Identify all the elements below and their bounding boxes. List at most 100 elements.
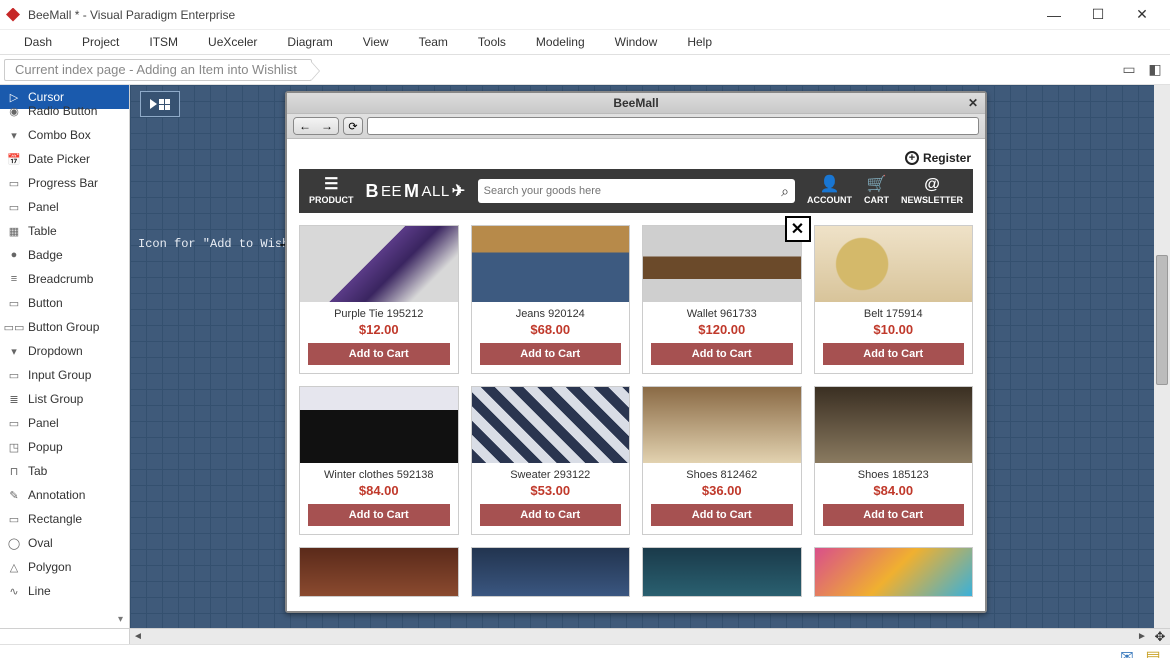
palette-item-input-group[interactable]: ▭Input Group bbox=[0, 363, 129, 387]
product-name: Shoes 185123 bbox=[815, 469, 973, 481]
register-link[interactable]: + Register bbox=[299, 147, 973, 169]
product-card[interactable]: Jeans 920124$68.00Add to Cart bbox=[471, 225, 631, 374]
site-brand[interactable]: BEEMALL✈ bbox=[366, 181, 466, 202]
menu-dash[interactable]: Dash bbox=[10, 32, 66, 52]
palette-item-icon: ▾ bbox=[6, 128, 22, 142]
add-to-cart-button[interactable]: Add to Cart bbox=[308, 504, 450, 526]
palette-item-oval[interactable]: ◯Oval bbox=[0, 531, 129, 555]
window-maximize-button[interactable]: ☐ bbox=[1076, 0, 1120, 30]
palette-item-progress-bar[interactable]: ▭Progress Bar bbox=[0, 171, 129, 195]
product-card[interactable] bbox=[299, 547, 459, 597]
palette-item-label: Radio Button bbox=[28, 104, 97, 118]
fit-width-icon[interactable]: ▭ bbox=[1118, 59, 1140, 81]
search-input[interactable] bbox=[484, 185, 782, 197]
palette-more-icon[interactable]: ▾ bbox=[118, 614, 123, 625]
search-icon[interactable]: ⌕ bbox=[781, 183, 789, 200]
palette-item-dropdown[interactable]: ▾Dropdown bbox=[0, 339, 129, 363]
palette-item-rectangle[interactable]: ▭Rectangle bbox=[0, 507, 129, 531]
product-card[interactable]: Shoes 812462$36.00Add to Cart bbox=[642, 386, 802, 535]
pan-icon[interactable]: ✥ bbox=[1150, 629, 1170, 644]
add-to-cart-button[interactable]: Add to Cart bbox=[480, 504, 622, 526]
product-image bbox=[299, 547, 459, 597]
product-card[interactable] bbox=[471, 547, 631, 597]
nav-newsletter[interactable]: @ NEWSLETTER bbox=[901, 177, 963, 205]
wireframe-browser-window[interactable]: BeeMall ✕ ←→ ⟳ + Register ☰ bbox=[285, 91, 987, 613]
add-to-cart-button[interactable]: Add to Cart bbox=[651, 343, 793, 365]
wireframe-url-field[interactable] bbox=[367, 117, 979, 135]
add-to-cart-button[interactable]: Add to Cart bbox=[651, 504, 793, 526]
window-minimize-button[interactable]: — bbox=[1032, 0, 1076, 30]
menu-itsm[interactable]: ITSM bbox=[135, 32, 192, 52]
palette-item-list-group[interactable]: ≣List Group bbox=[0, 387, 129, 411]
note-icon[interactable]: ▤ bbox=[1144, 649, 1162, 658]
window-close-button[interactable]: ✕ bbox=[1120, 0, 1164, 30]
product-card[interactable]: Shoes 185123$84.00Add to Cart bbox=[814, 386, 974, 535]
product-image bbox=[471, 547, 631, 597]
scrollbar-thumb[interactable] bbox=[1156, 255, 1168, 385]
nav-account[interactable]: 👤 ACCOUNT bbox=[807, 177, 852, 205]
palette-item-tab[interactable]: ⊓Tab bbox=[0, 459, 129, 483]
menu-uexceler[interactable]: UeXceler bbox=[194, 32, 271, 52]
main-menubar: Dash Project ITSM UeXceler Diagram View … bbox=[0, 30, 1170, 55]
menu-window[interactable]: Window bbox=[601, 32, 672, 52]
palette-item-label: Line bbox=[28, 584, 51, 598]
wireframe-close-button[interactable]: ✕ bbox=[965, 95, 981, 111]
wishlist-icon[interactable]: ✕ bbox=[785, 216, 811, 242]
menu-team[interactable]: Team bbox=[405, 32, 462, 52]
product-image bbox=[300, 226, 458, 302]
menu-help[interactable]: Help bbox=[673, 32, 726, 52]
palette-item-combo-box[interactable]: ▾Combo Box bbox=[0, 123, 129, 147]
nav-cart[interactable]: 🛒 CART bbox=[864, 177, 889, 205]
hscroll-right-icon[interactable]: ► bbox=[1134, 629, 1150, 644]
product-card[interactable]: Belt 175914$10.00Add to Cart bbox=[814, 225, 974, 374]
menu-modeling[interactable]: Modeling bbox=[522, 32, 599, 52]
palette-item-annotation[interactable]: ✎Annotation bbox=[0, 483, 129, 507]
palette-item-line[interactable]: ∿Line bbox=[0, 579, 129, 603]
product-image bbox=[814, 547, 974, 597]
panes-icon[interactable]: ◧ bbox=[1144, 59, 1166, 81]
add-to-cart-button[interactable]: Add to Cart bbox=[308, 343, 450, 365]
palette-item-button-group[interactable]: ▭▭Button Group bbox=[0, 315, 129, 339]
window-titlebar: BeeMall * - Visual Paradigm Enterprise —… bbox=[0, 0, 1170, 30]
wireframe-reload-button[interactable]: ⟳ bbox=[343, 117, 363, 135]
wireframe-window-titlebar[interactable]: BeeMall ✕ bbox=[287, 93, 985, 113]
palette-item-breadcrumb[interactable]: ≡Breadcrumb bbox=[0, 267, 129, 291]
nav-account-label: ACCOUNT bbox=[807, 195, 852, 205]
palette-item-date-picker[interactable]: 📅Date Picker bbox=[0, 147, 129, 171]
palette-item-popup[interactable]: ◳Popup bbox=[0, 435, 129, 459]
palette-item-icon: ◉ bbox=[6, 104, 22, 118]
product-card[interactable]: Sweater 293122$53.00Add to Cart bbox=[471, 386, 631, 535]
diagram-canvas[interactable]: Icon for "Add to Wishlist" BeeMall ✕ ←→ … bbox=[130, 85, 1170, 628]
canvas-horizontal-scrollbar[interactable]: ◄ ► ✥ bbox=[0, 628, 1170, 644]
palette-item-table[interactable]: ▦Table bbox=[0, 219, 129, 243]
menu-diagram[interactable]: Diagram bbox=[273, 32, 346, 52]
menu-tools[interactable]: Tools bbox=[464, 32, 520, 52]
at-icon: @ bbox=[924, 177, 940, 193]
product-card[interactable] bbox=[814, 547, 974, 597]
site-search[interactable]: ⌕ bbox=[478, 179, 795, 203]
product-card[interactable] bbox=[642, 547, 802, 597]
mail-icon[interactable]: ✉ bbox=[1118, 649, 1136, 658]
back-icon[interactable]: ← bbox=[294, 118, 316, 134]
palette-item-polygon[interactable]: △Polygon bbox=[0, 555, 129, 579]
palette-item-panel[interactable]: ▭Panel bbox=[0, 195, 129, 219]
palette-item-button[interactable]: ▭Button bbox=[0, 291, 129, 315]
palette-item-icon: ▭ bbox=[6, 368, 22, 382]
canvas-run-hierarchy-button[interactable] bbox=[140, 91, 180, 117]
canvas-vertical-scrollbar[interactable] bbox=[1154, 85, 1170, 628]
menu-project[interactable]: Project bbox=[68, 32, 133, 52]
product-card[interactable]: Purple Tie 195212$12.00Add to Cart bbox=[299, 225, 459, 374]
nav-product[interactable]: ☰ PRODUCT bbox=[309, 177, 354, 205]
hscroll-left-icon[interactable]: ◄ bbox=[130, 629, 146, 644]
add-to-cart-button[interactable]: Add to Cart bbox=[823, 504, 965, 526]
breadcrumb[interactable]: Current index page - Adding an Item into… bbox=[4, 59, 312, 81]
add-to-cart-button[interactable]: Add to Cart bbox=[823, 343, 965, 365]
menu-view[interactable]: View bbox=[349, 32, 403, 52]
palette-item-panel[interactable]: ▭Panel bbox=[0, 411, 129, 435]
product-card[interactable]: Winter clothes 592138$84.00Add to Cart bbox=[299, 386, 459, 535]
forward-icon[interactable]: → bbox=[316, 118, 338, 134]
wireframe-nav-buttons[interactable]: ←→ bbox=[293, 117, 339, 135]
add-to-cart-button[interactable]: Add to Cart bbox=[480, 343, 622, 365]
palette-item-badge[interactable]: ●Badge bbox=[0, 243, 129, 267]
product-card[interactable]: ✕Wallet 961733$120.00Add to Cart bbox=[642, 225, 802, 374]
